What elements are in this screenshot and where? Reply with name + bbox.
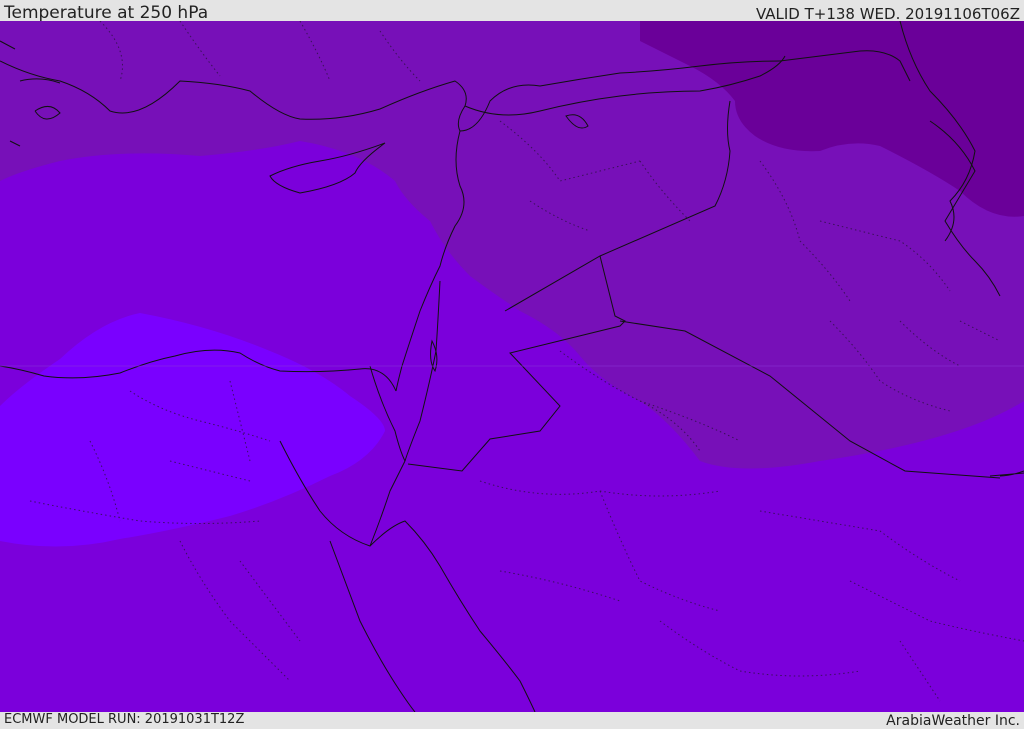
map-title: Temperature at 250 hPa: [4, 3, 209, 23]
credit-label: ArabiaWeather Inc.: [886, 713, 1020, 729]
temperature-map: [0, 21, 1024, 712]
footer-bar: ECMWF MODEL RUN: 20191031T12Z ArabiaWeat…: [0, 712, 1024, 729]
gulf-coast: [989, 470, 1024, 477]
model-run-label: ECMWF MODEL RUN: 20191031T12Z: [4, 712, 245, 727]
warm-band: [0, 313, 385, 547]
header-bar: Temperature at 250 hPa VALID T+138 WED. …: [0, 0, 1024, 23]
egypt-israel-border: [369, 365, 406, 462]
map-canvas: [0, 21, 1024, 712]
